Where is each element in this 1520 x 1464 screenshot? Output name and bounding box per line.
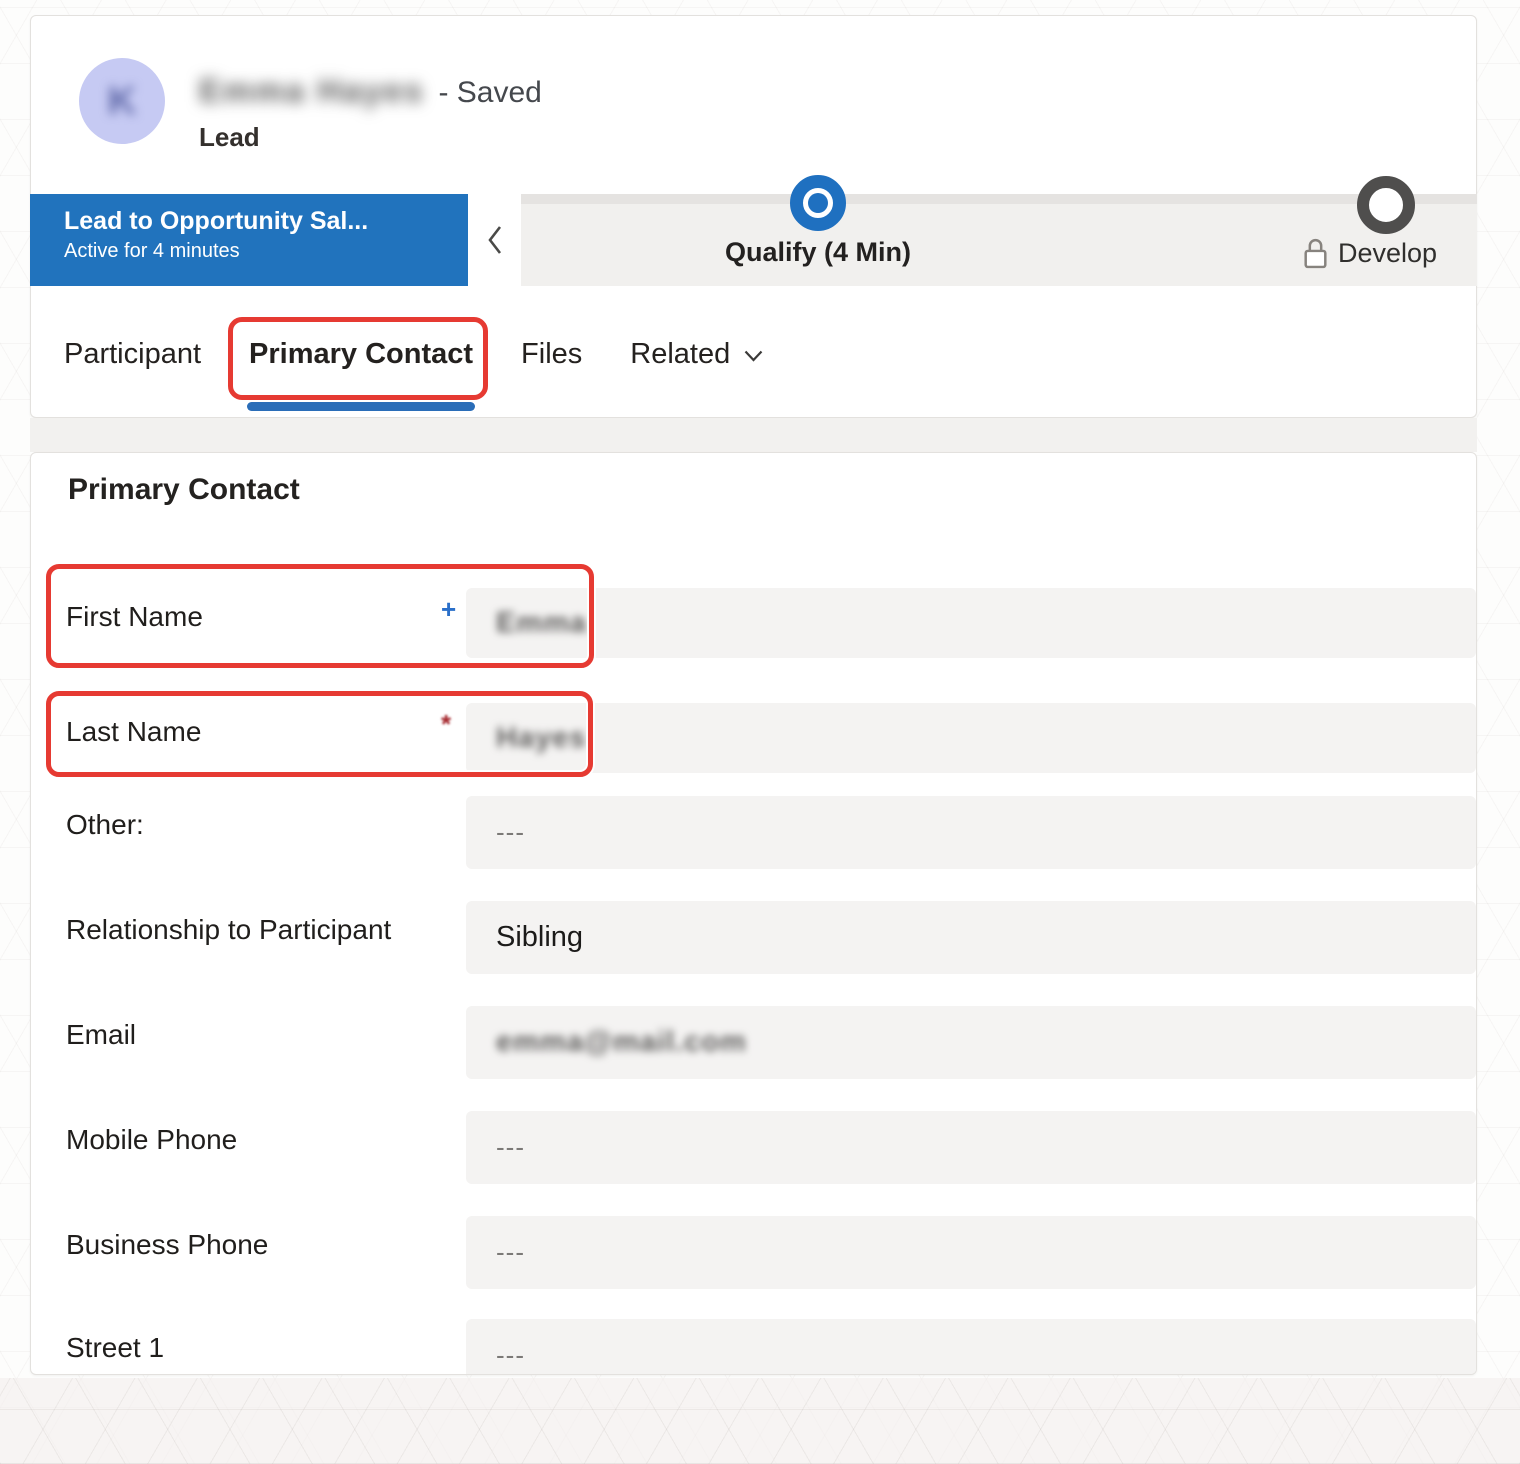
tab-label: Primary Contact xyxy=(249,337,474,370)
form-field-row: Last Name * Hayes xyxy=(31,703,1476,773)
required-marker: * xyxy=(441,709,452,739)
bpf-connector-band xyxy=(521,194,1477,204)
field-value: --- xyxy=(496,817,525,847)
bpf-collapse-button[interactable] xyxy=(468,194,521,286)
form-field-row: Email emma@mail.com xyxy=(31,1006,1476,1079)
chevron-left-icon xyxy=(487,226,501,254)
tab-label: Participant xyxy=(64,337,202,370)
stage-develop-label: Develop xyxy=(1338,237,1438,268)
field-value: Hayes xyxy=(496,721,587,754)
tab-files[interactable]: Files xyxy=(521,324,582,384)
field-label: Relationship to Participant xyxy=(66,914,392,945)
form-field-row: Street 1 --- xyxy=(31,1319,1476,1374)
record-avatar: K xyxy=(79,58,165,144)
form-tabs: Participant Primary Contact Files Related xyxy=(31,316,1476,411)
bpf-process-name: Lead to Opportunity Sal... xyxy=(64,207,369,235)
form-field-row: Mobile Phone --- xyxy=(31,1111,1476,1184)
radio-active-icon[interactable] xyxy=(790,175,846,231)
field-value-box[interactable]: --- xyxy=(466,1216,1476,1289)
form-section-card: Primary Contact First Name + Emma Last Name… xyxy=(30,452,1477,1375)
field-value: --- xyxy=(496,1339,525,1370)
record-header-card: K Emma Hayes - Saved Lead Lead to Opport… xyxy=(30,15,1477,418)
bpf-process-button[interactable]: Lead to Opportunity Sal... Active for 4 … xyxy=(30,194,468,286)
bpf-process-status: Active for 4 minutes xyxy=(64,240,240,262)
form-field-row: Relationship to Participant Sibling xyxy=(31,901,1476,974)
recommended-marker: + xyxy=(441,594,457,624)
record-name: Emma Hayes xyxy=(199,72,425,109)
form-field-row: Business Phone --- xyxy=(31,1216,1476,1289)
field-value: Emma xyxy=(496,606,588,639)
save-status: - Saved xyxy=(438,76,542,109)
stage-circle-icon[interactable] xyxy=(1357,176,1415,234)
form-field-row: Other: --- xyxy=(31,796,1476,869)
section-title: Primary Contact xyxy=(68,473,300,506)
field-value-box[interactable]: emma@mail.com xyxy=(466,1006,1476,1079)
field-value-box[interactable]: --- xyxy=(466,1111,1476,1184)
stage-qualify-label[interactable]: Qualify (4 Min) xyxy=(688,237,948,268)
field-label: Email xyxy=(66,1019,137,1050)
field-value: Sibling xyxy=(496,921,584,953)
field-value: --- xyxy=(496,1132,525,1162)
radio-dot xyxy=(808,193,828,213)
field-label: Street 1 xyxy=(66,1332,165,1363)
field-value-box[interactable]: Sibling xyxy=(466,901,1476,974)
field-value: emma@mail.com xyxy=(496,1026,747,1058)
field-value-box[interactable]: --- xyxy=(466,1319,1476,1374)
avatar-initial: K xyxy=(107,78,137,123)
stage-develop[interactable]: Develop xyxy=(1303,237,1437,269)
form-field-row: First Name + Emma xyxy=(31,588,1476,658)
background-pattern-strip xyxy=(0,1378,1520,1464)
card-gap xyxy=(30,418,1477,452)
field-value-box[interactable]: Emma xyxy=(466,588,1476,658)
entity-type-label: Lead xyxy=(199,122,260,152)
field-label: Business Phone xyxy=(66,1229,269,1260)
tab-label: Related xyxy=(630,337,731,370)
tab-primary-contact[interactable]: Primary Contact xyxy=(228,316,489,411)
field-value: --- xyxy=(496,1237,525,1267)
tab-related[interactable]: Related xyxy=(630,324,763,384)
field-label: First Name xyxy=(66,601,203,632)
field-value-box[interactable]: --- xyxy=(466,796,1476,869)
business-process-flow: Lead to Opportunity Sal... Active for 4 … xyxy=(30,175,1477,286)
tab-participant[interactable]: Participant xyxy=(64,324,201,384)
chevron-down-icon xyxy=(744,350,763,362)
tab-label: Files xyxy=(521,337,583,370)
page: { "header": { "record_name": "Emma Hayes… xyxy=(0,0,1520,1464)
field-label: Last Name xyxy=(66,716,202,747)
lock-icon xyxy=(1304,238,1327,269)
field-label: Mobile Phone xyxy=(66,1124,238,1155)
field-value-box[interactable]: Hayes xyxy=(466,703,1476,773)
record-title-row: Emma Hayes - Saved xyxy=(199,72,542,110)
field-label: Other: xyxy=(66,809,144,840)
